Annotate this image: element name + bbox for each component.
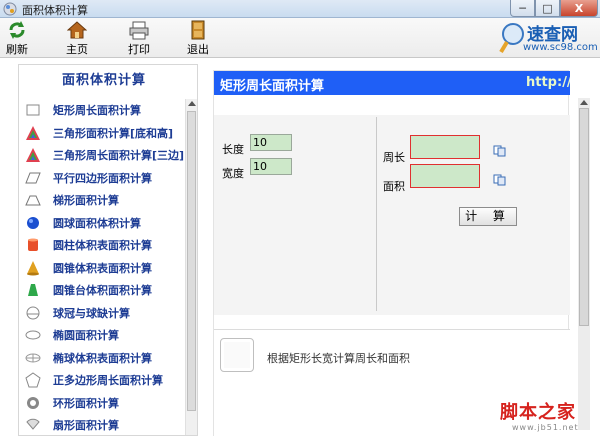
width-label: 宽度 [222,167,244,180]
close-button[interactable]: X [560,0,598,17]
scroll-up-arrow-icon[interactable] [188,101,196,106]
list-item-frustum[interactable]: 圆锥台体积面积计算 [19,279,185,302]
list-item-trapezoid[interactable]: 梯形面积计算 [19,189,185,212]
list-item-label: 椭球体积表面积计算 [53,351,152,365]
ellipsoid-icon [25,353,41,363]
watermark-url: www.jb51.net [512,423,579,432]
watermark-text: 脚本之家 [500,402,576,423]
printer-icon [129,21,149,40]
list-item-label: 圆柱体积表面积计算 [53,239,152,253]
perimeter-output[interactable] [410,135,480,159]
spherical-cap-icon [26,306,40,320]
copy-icon[interactable] [493,145,506,157]
home-label: 主页 [66,43,88,56]
refresh-label: 刷新 [6,43,28,56]
list-item-label: 梯形面积计算 [53,194,119,208]
content-scroll-thumb[interactable] [579,108,589,326]
cone-icon [27,260,39,276]
trapezoid-icon [25,195,41,206]
triangle-icon [26,148,40,163]
refresh-button[interactable]: 刷新 [6,20,28,57]
input-section: 长度 10 宽度 10 [216,117,377,311]
shape-preview-icon [220,338,254,372]
sphere-icon [27,216,39,229]
ellipse-icon [25,330,41,340]
list-item-label: 平行四边形面积计算 [53,171,152,185]
result-section: 周长 面积 计 算 [379,117,568,311]
print-label: 打印 [128,43,150,56]
list-item-label: 环形面积计算 [53,396,119,410]
sidebar-scroll-thumb[interactable] [187,111,196,411]
list-item-ellipsoid[interactable]: 椭球体积表面积计算 [19,347,185,370]
width-input[interactable]: 10 [250,158,292,175]
title-bar: 面积体积计算 ─ □ X [0,0,600,18]
list-item-sector[interactable]: 扇形面积计算 [19,414,185,436]
ring-icon [27,396,39,409]
copy-icon[interactable] [493,174,506,186]
list-item-ring[interactable]: 环形面积计算 [19,392,185,415]
list-item-label: 正多边形周长面积计算 [53,374,163,388]
length-input[interactable]: 10 [250,134,292,151]
list-item-label: 椭圆面积计算 [53,329,119,343]
brand-logo: 速查网 www.sc98.com [499,20,598,56]
sector-icon [26,419,40,431]
list-item-spherical-cap[interactable]: 球冠与球缺计算 [19,302,185,325]
list-item-triangle-base-height[interactable]: 三角形面积计算[底和高] [19,122,185,145]
maximize-button[interactable]: □ [535,0,560,17]
exit-button[interactable]: 退出 [187,20,209,57]
list-item-label: 圆球面积体积计算 [53,216,141,230]
print-button[interactable]: 打印 [128,20,150,57]
content-header: 矩形周长面积计算 http://w [214,71,570,95]
list-item-sphere[interactable]: 圆球面积体积计算 [19,212,185,235]
watermark: 脚本之家 www.jb51.net [500,398,600,436]
window-title: 面积体积计算 [22,4,88,17]
home-button[interactable]: 主页 [66,20,88,57]
polygon-icon [25,372,41,388]
list-item-triangle-three-sides[interactable]: 三角形周长面积计算[三边] [19,144,185,167]
scroll-up-arrow-icon[interactable] [580,100,588,105]
frustum-icon [28,284,38,297]
length-label: 长度 [222,143,244,156]
home-icon [67,21,87,39]
exit-door-icon [191,20,205,40]
sidebar-title: 面积体积计算 [61,73,146,88]
list-item-label: 扇形面积计算 [53,419,119,433]
list-item-regular-polygon[interactable]: 正多边形周长面积计算 [19,369,185,392]
area-output[interactable] [410,164,480,188]
list-item-label: 矩形周长面积计算 [53,104,141,118]
app-icon [3,2,17,16]
parallelogram-icon [25,172,41,184]
list-item-parallelogram[interactable]: 平行四边形面积计算 [19,167,185,190]
list-item-label: 圆锥台体积面积计算 [53,284,152,298]
list-item-cylinder[interactable]: 圆柱体积表面积计算 [19,234,185,257]
perimeter-label: 周长 [383,151,405,164]
content-title: 矩形周长面积计算 [220,79,325,94]
minimize-button[interactable]: ─ [510,0,535,17]
cylinder-icon [28,238,38,252]
rectangle-icon [26,104,40,116]
list-item-ellipse[interactable]: 椭圆面积计算 [19,324,185,347]
triangle-icon [26,125,40,140]
header-url: http://w [526,75,570,90]
list-item-label: 圆锥体积表面积计算 [53,261,152,275]
sidebar-scrollbar[interactable] [185,99,197,435]
logo-url: www.sc98.com [523,42,598,53]
area-label: 面积 [383,180,405,193]
calculate-button[interactable]: 计 算 [459,207,517,226]
content-panel: 矩形周长面积计算 http://w 长度 10 宽度 10 周长 面积 计 算 … [213,70,570,436]
list-item-label: 三角形面积计算[底和高] [53,126,174,140]
list-item-label: 三角形周长面积计算[三边] [53,149,185,163]
calculator-area: 长度 10 宽度 10 周长 面积 计 算 [214,115,570,315]
sidebar: 面积体积计算 矩形周长面积计算 三角形面积计算[底和高] 三角形周长面积计算[三… [18,64,198,436]
content-scrollbar[interactable] [578,98,590,430]
exit-label: 退出 [187,43,209,56]
refresh-icon [9,21,25,39]
list-item-rectangle[interactable]: 矩形周长面积计算 [19,99,185,122]
list-item-cone[interactable]: 圆锥体积表面积计算 [19,257,185,280]
description-text: 根据矩形长宽计算周长和面积 [267,352,410,365]
toolbar: 刷新 主页 打印 退出 速查网 www.sc98.com [0,18,600,58]
list-item-label: 球冠与球缺计算 [53,306,130,320]
calculation-list: 矩形周长面积计算 三角形面积计算[底和高] 三角形周长面积计算[三边] 平行四边… [19,99,185,436]
